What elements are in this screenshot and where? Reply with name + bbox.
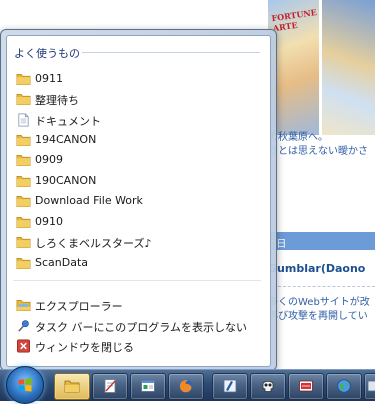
- task-label: エクスプローラー: [35, 300, 123, 313]
- jump-list-item-label: 整理待ち: [35, 94, 79, 107]
- globe-icon: [337, 379, 351, 393]
- folder-icon: [16, 236, 31, 248]
- task-label: タスク バーにこのプログラムを表示しない: [35, 321, 247, 334]
- skull-icon: [262, 380, 274, 392]
- background-illustration-2: [322, 0, 375, 135]
- jump-list-item[interactable]: 194CANON: [12, 130, 262, 150]
- jump-list-item[interactable]: 190CANON: [12, 171, 262, 191]
- background-heading[interactable]: Gumblar(Daono: [268, 262, 365, 275]
- editor-icon: [223, 379, 237, 393]
- jump-list-panel: よく使うもの 0911 整理待ち ドキュメント 194CANON 0909 19…: [6, 35, 271, 367]
- taskbar: [0, 366, 375, 404]
- folder-icon: [64, 380, 80, 393]
- task-unpin-from-taskbar[interactable]: タスク バーにこのプログラムを表示しない: [12, 316, 262, 336]
- jump-list-item-label: 194CANON: [35, 133, 97, 146]
- background-divider: [268, 286, 375, 287]
- extra-taskbar-button[interactable]: [364, 373, 375, 400]
- jump-list-item-label: 0910: [35, 215, 63, 228]
- jump-list-item[interactable]: ドキュメント: [12, 110, 262, 130]
- jump-list-item[interactable]: 0909: [12, 150, 262, 170]
- notepad-taskbar-button[interactable]: [92, 373, 128, 400]
- document-icon: [18, 113, 29, 127]
- frequent-places-header: よく使うもの: [14, 47, 80, 60]
- folder-icon: [16, 134, 31, 146]
- background-snippet[interactable]: の秋葉原へ。: [268, 128, 328, 143]
- header-divider: [82, 52, 260, 53]
- task-open-explorer[interactable]: エクスプローラー: [12, 295, 262, 315]
- jump-list-item-label: 0909: [35, 153, 63, 166]
- explorer-icon: [16, 299, 31, 311]
- background-snippet[interactable]: りとは思えない曖かさ: [268, 142, 368, 157]
- jump-list-item-label: 0911: [35, 72, 63, 85]
- jump-list-item-label: しろくまベルスターズ♪: [35, 237, 152, 250]
- mascot-app-taskbar-button[interactable]: [250, 373, 286, 400]
- jump-list-item-label: ScanData: [35, 256, 89, 269]
- jump-list-item[interactable]: 0910: [12, 212, 262, 232]
- jump-list-item[interactable]: 0911: [12, 69, 262, 89]
- folder-icon: [16, 154, 31, 166]
- jump-list-item-label: Download File Work: [35, 194, 143, 207]
- jump-list-item-label: 190CANON: [35, 174, 97, 187]
- task-close-window[interactable]: ウィンドウを閉じる: [12, 336, 262, 356]
- folder-icon: [16, 216, 31, 228]
- folder-icon: [16, 93, 31, 105]
- jump-list-item[interactable]: 整理待ち: [12, 89, 262, 109]
- folder-icon: [16, 73, 31, 85]
- background-date-bar: 0日: [268, 232, 375, 250]
- unpin-icon: [18, 320, 29, 332]
- notepad-icon: [104, 379, 116, 393]
- tv-app-taskbar-button[interactable]: [288, 373, 324, 400]
- folder-icon: [16, 175, 31, 187]
- close-window-icon: [17, 339, 30, 353]
- jump-list-item[interactable]: ScanData: [12, 253, 262, 273]
- jump-list-item-label: ドキュメント: [35, 115, 101, 128]
- explorer-jump-list: よく使うもの 0911 整理待ち ドキュメント 194CANON 0909 19…: [0, 29, 277, 371]
- window-app-icon: [141, 380, 155, 392]
- folder-icon: [16, 195, 31, 207]
- background-snippet[interactable]: 多くのWebサイトが改: [268, 293, 370, 308]
- tv-icon: [299, 380, 313, 392]
- firefox-icon: [179, 379, 193, 393]
- start-button[interactable]: [6, 366, 44, 404]
- jump-list-item[interactable]: Download File Work: [12, 191, 262, 211]
- app-icon: [367, 380, 375, 392]
- editor-taskbar-button[interactable]: [212, 373, 248, 400]
- firefox-taskbar-button[interactable]: [168, 373, 204, 400]
- network-taskbar-button[interactable]: [326, 373, 362, 400]
- explorer-taskbar-button[interactable]: [54, 373, 90, 400]
- background-caption: FORTUNE ARTE: [270, 7, 318, 34]
- tasks-divider: [13, 280, 261, 281]
- folder-icon: [16, 257, 31, 269]
- control-panel-taskbar-button[interactable]: [130, 373, 166, 400]
- jump-list-item[interactable]: しろくまベルスターズ♪: [12, 232, 262, 252]
- background-snippet[interactable]: 再び攻撃を再開してい: [268, 307, 368, 322]
- windows-logo-icon: [18, 378, 32, 392]
- task-label: ウィンドウを閉じる: [35, 341, 134, 354]
